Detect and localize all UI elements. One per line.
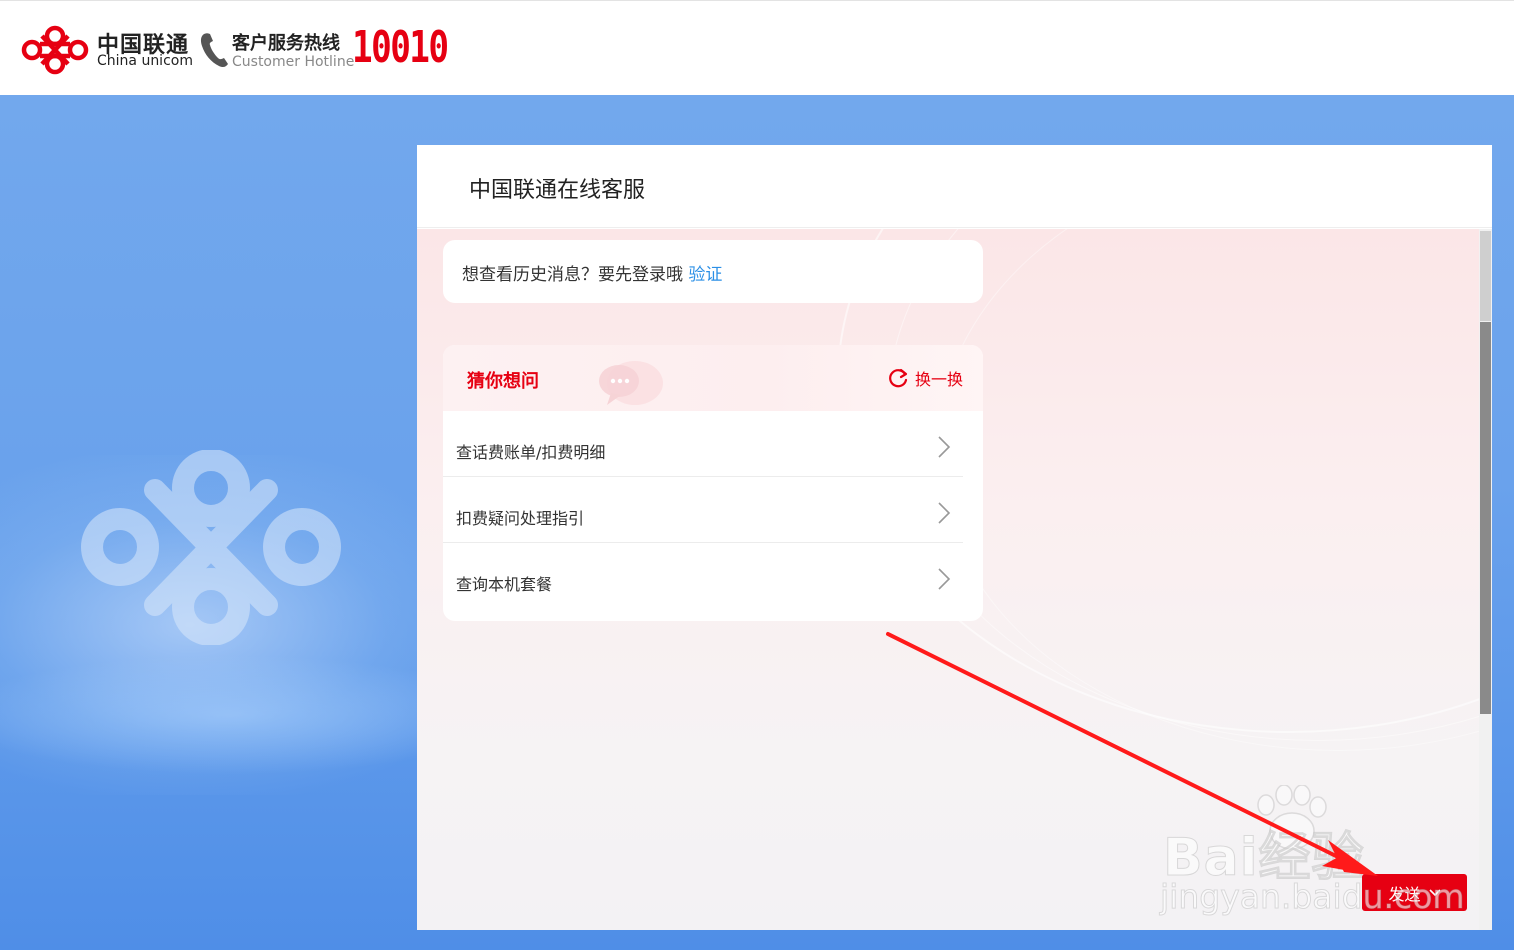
suggested-question-label: 查询本机套餐 [456,575,553,594]
scrollbar-upper[interactable] [1480,231,1491,321]
decor-swirl [937,229,1479,751]
phone-icon [200,33,228,68]
suggested-questions-header: 猜你想问 换一换 [443,345,983,411]
china-unicom-logo-icon[interactable] [20,24,90,76]
history-notice-text: 想查看历史消息？要先登录哦 [462,265,683,285]
brand-name-en: China unicom [97,53,193,69]
history-notice: 想查看历史消息？要先登录哦 验证 [462,260,722,285]
history-notice-card: 想查看历史消息？要先登录哦 验证 [443,240,983,303]
scrollbar-thumb[interactable] [1480,322,1491,714]
suggested-question-item[interactable]: 扣费疑问处理指引 [443,477,963,543]
watermark-url: jingyan.baidu.com [1160,877,1466,917]
page-title: 中国联通在线客服 [469,178,646,203]
chevron-right-icon [938,568,951,590]
chevron-right-icon [938,436,951,458]
suggested-question-item[interactable]: 查话费账单/扣费明细 [443,411,963,477]
chat-bubble-icon [599,361,663,405]
hotline-label-en: Customer Hotline [232,54,355,70]
suggested-question-item[interactable]: 查询本机套餐 [443,543,963,609]
chat-panel-header: 中国联通在线客服 [417,145,1492,228]
suggested-questions-title: 猜你想问 [467,371,539,392]
verify-link[interactable]: 验证 [688,265,722,285]
chevron-right-icon [938,502,951,524]
refresh-label: 换一换 [915,370,964,389]
chat-panel: 中国联通在线客服 想查看历史消息？要先登录哦 验证 猜你想问 换一换 查话费账单… [417,145,1492,930]
refresh-icon [889,368,908,388]
suggested-question-label: 扣费疑问处理指引 [456,509,585,528]
hotline-label-cn: 客户服务热线 [232,33,340,54]
background-knot-icon [81,450,341,645]
hotline-number: 10010 [352,22,449,73]
refresh-button[interactable]: 换一换 [887,366,963,390]
top-header: 中国联通 China unicom 客户服务热线 Customer Hotlin… [0,0,1514,95]
suggested-question-label: 查话费账单/扣费明细 [456,443,606,462]
suggested-questions-card: 猜你想问 换一换 查话费账单/扣费明细 扣费疑问处理指引 查询本机套餐 [443,345,983,621]
